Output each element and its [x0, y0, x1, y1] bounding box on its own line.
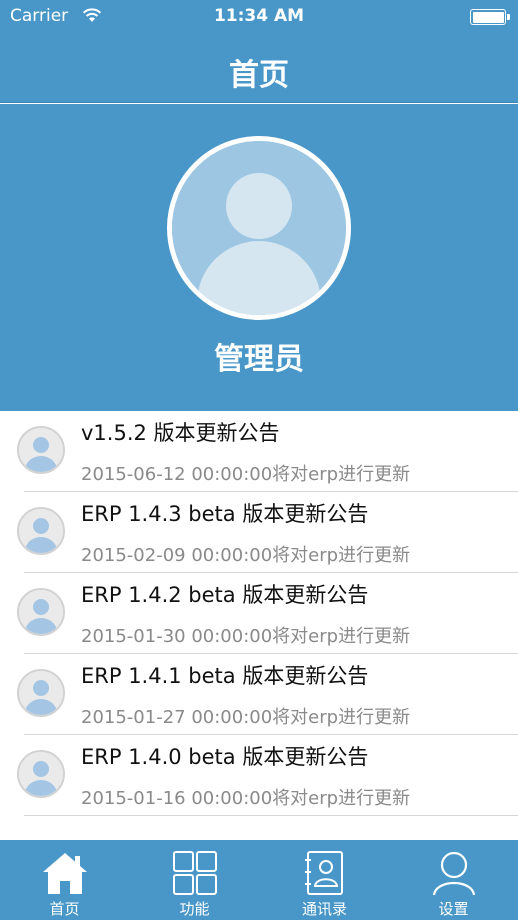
tab-home-label: 首页	[49, 900, 80, 918]
list-item-title: v1.5.2 版本更新公告	[81, 421, 280, 445]
page-title: 首页	[229, 58, 289, 93]
tab-bar: 首页 功能 通讯录 设置	[0, 840, 518, 920]
tab-contacts-label: 通讯录	[301, 900, 347, 918]
status-bar: Carrier 11:34 AM	[0, 0, 518, 34]
list-item-title: ERP 1.4.3 beta 版本更新公告	[81, 502, 369, 526]
list-item-title: ERP 1.4.0 beta 版本更新公告	[81, 745, 369, 769]
announcement-list: v1.5.2 版本更新公告 2015-06-12 00:00:00将对erp进行…	[0, 411, 518, 816]
list-item[interactable]: ERP 1.4.0 beta 版本更新公告 2015-01-16 00:00:0…	[0, 735, 518, 816]
navigation-bar: Carrier 11:34 AM 首页	[0, 0, 518, 103]
list-item-subtitle: 2015-01-30 00:00:00将对erp进行更新	[81, 626, 411, 647]
avatar-icon	[17, 750, 65, 798]
list-item-subtitle: 2015-01-16 00:00:00将对erp进行更新	[81, 788, 411, 809]
status-time: 11:34 AM	[213, 6, 305, 26]
battery-icon	[470, 9, 510, 25]
person-icon	[389, 850, 518, 900]
tab-settings-label: 设置	[438, 900, 469, 918]
profile-header: 管理员	[0, 104, 518, 411]
avatar-icon	[17, 669, 65, 717]
grid-icon	[130, 850, 259, 900]
list-item-subtitle: 2015-01-27 00:00:00将对erp进行更新	[81, 707, 411, 728]
avatar-icon	[17, 507, 65, 555]
list-item-title: ERP 1.4.1 beta 版本更新公告	[81, 664, 369, 688]
tab-settings[interactable]: 设置	[389, 840, 518, 920]
avatar-icon	[17, 426, 65, 474]
home-icon	[0, 850, 129, 900]
contacts-book-icon	[260, 850, 389, 900]
user-avatar-icon[interactable]	[167, 136, 351, 320]
divider	[24, 815, 518, 816]
avatar-icon	[17, 588, 65, 636]
tab-contacts[interactable]: 通讯录	[260, 840, 389, 920]
list-item[interactable]: ERP 1.4.2 beta 版本更新公告 2015-01-30 00:00:0…	[0, 573, 518, 654]
list-item-subtitle: 2015-06-12 00:00:00将对erp进行更新	[81, 464, 411, 485]
tab-functions-label: 功能	[179, 900, 210, 918]
username-label: 管理员	[214, 342, 304, 377]
tab-home[interactable]: 首页	[0, 840, 129, 920]
list-item[interactable]: ERP 1.4.1 beta 版本更新公告 2015-01-27 00:00:0…	[0, 654, 518, 735]
list-item-subtitle: 2015-02-09 00:00:00将对erp进行更新	[81, 545, 411, 566]
list-item[interactable]: v1.5.2 版本更新公告 2015-06-12 00:00:00将对erp进行…	[0, 411, 518, 492]
list-item[interactable]: ERP 1.4.3 beta 版本更新公告 2015-02-09 00:00:0…	[0, 492, 518, 573]
list-item-title: ERP 1.4.2 beta 版本更新公告	[81, 583, 369, 607]
tab-functions[interactable]: 功能	[130, 840, 259, 920]
